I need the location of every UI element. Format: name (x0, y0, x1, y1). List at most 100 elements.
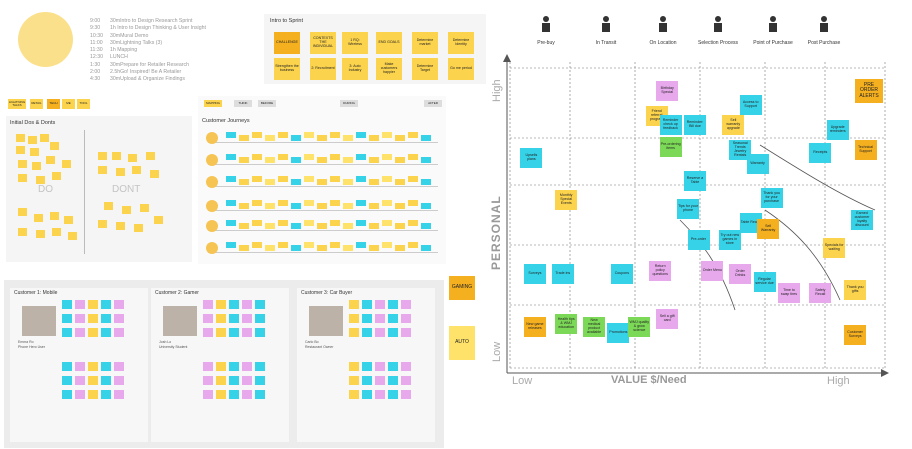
journey-phase: AFTER (424, 100, 442, 107)
persona-note (229, 390, 239, 399)
matrix-note: Customer Surveys (844, 325, 867, 346)
matrix-note: Try out new games in store (718, 229, 741, 250)
matrix-note: Thank you for your purchase (760, 187, 783, 208)
matrix-note: Promotions (607, 322, 630, 343)
matrix-note: Surveys (523, 263, 546, 284)
journey-note (304, 154, 314, 160)
dont-note (146, 152, 155, 160)
do-note (28, 136, 37, 144)
side-tag-auto: AUTO (449, 326, 475, 360)
matrix-note: Technical Support (854, 139, 877, 160)
persona-note (88, 376, 98, 385)
agenda-time: 12:30 (90, 54, 103, 61)
journey-note (278, 176, 288, 182)
persona-note (101, 328, 111, 337)
journey-note (356, 132, 366, 138)
persona-note (375, 328, 385, 337)
journey-note (343, 135, 353, 141)
agenda-item: 1h Intro to Design Thinking & User Insig… (110, 25, 206, 32)
journey-note (408, 220, 418, 226)
persona-name: Carlo Bo (305, 340, 319, 344)
journey-note (356, 176, 366, 182)
journey-note (382, 176, 392, 182)
intro-note: 3: Auto Industry (342, 58, 368, 80)
agenda-row: 2:00 2.5hGo! Inspired! Be A Retailer (90, 69, 206, 76)
journey-note (395, 179, 405, 185)
matrix-note: Order Drinks (729, 263, 752, 284)
do-note (34, 214, 43, 222)
y-tick-high: High (491, 79, 503, 102)
x-axis-arrow (881, 369, 889, 377)
persona-note (388, 328, 398, 337)
persona-note (203, 390, 213, 399)
persona-note (375, 314, 385, 323)
intro-note: Determine Target (412, 58, 438, 80)
persona-title: Customer 3: Car Buyer (301, 290, 353, 296)
journey-note (343, 157, 353, 163)
persona-note (114, 376, 124, 385)
journey-note (408, 176, 418, 182)
agenda-item: 30mPrepare for Retailer Research (110, 61, 190, 68)
journey-note (265, 157, 275, 163)
journey-note (395, 135, 405, 141)
agenda-item: 30mIntro to Design Research Sprint (110, 18, 193, 24)
journey-note (239, 135, 249, 141)
persona-note (362, 390, 372, 399)
persona-photo (22, 306, 56, 336)
journey-note (278, 200, 288, 206)
journey-note (369, 135, 379, 141)
journey-note (304, 176, 314, 182)
persona-note (75, 300, 85, 309)
matrix-note: Warranty (746, 153, 769, 174)
persona-note (114, 300, 124, 309)
persona-note (114, 328, 124, 337)
persona-note (255, 362, 265, 371)
agenda-time: 9:30 (90, 25, 101, 32)
pre-order-alerts-note: PRE ORDER ALERTS (855, 79, 883, 103)
persona-note (255, 328, 265, 337)
journey-note (408, 154, 418, 160)
matrix-note: Upgrade reminders (826, 120, 849, 141)
journey-note (226, 154, 236, 160)
persona-note (88, 328, 98, 337)
persona-note (401, 390, 411, 399)
intro-note: Determine Identity (448, 32, 474, 54)
board-circle (18, 12, 73, 67)
journey-note (330, 176, 340, 182)
journey-note (421, 245, 431, 251)
journey-note (265, 135, 275, 141)
agenda-row: 4:30 30mUpload & Organize Findings (90, 76, 206, 83)
persona-note (349, 328, 359, 337)
journey-note (291, 203, 301, 209)
agenda-item: 1h Mapping (110, 47, 138, 54)
agenda-row: 12:30 LUNCH (90, 54, 206, 61)
journey-note (265, 203, 275, 209)
persona-note (362, 362, 372, 371)
journey-note (252, 242, 262, 248)
lightning-tag: LIGHTNING TALKS (8, 99, 26, 109)
matrix-note: Pre-ordering items (659, 137, 682, 158)
persona-note (203, 328, 213, 337)
stage-icon: Post Purchase (798, 14, 850, 46)
persona-note (375, 300, 385, 309)
journey-note (291, 223, 301, 229)
agenda-row: 10:30 30mMural Demo (90, 33, 206, 40)
do-note (36, 230, 45, 238)
matrix-note: Time to swap tires (778, 283, 800, 304)
intro-note: CONTEXTS THE INDIVIDUAL (310, 32, 336, 54)
y-tick-low: Low (491, 342, 503, 362)
persona-note (349, 390, 359, 399)
journey-note (304, 200, 314, 206)
persona-role: Phone Hero User (18, 345, 46, 349)
journey-note (291, 179, 301, 185)
journey-note (343, 223, 353, 229)
persona-note (229, 314, 239, 323)
matrix-note: Trade ins (551, 263, 574, 284)
journey-note (395, 223, 405, 229)
journey-row-line (208, 230, 438, 231)
persona-note (362, 328, 372, 337)
persona-note (255, 314, 265, 323)
persona-note (388, 300, 398, 309)
persona-note (388, 390, 398, 399)
persona-note (62, 362, 72, 371)
